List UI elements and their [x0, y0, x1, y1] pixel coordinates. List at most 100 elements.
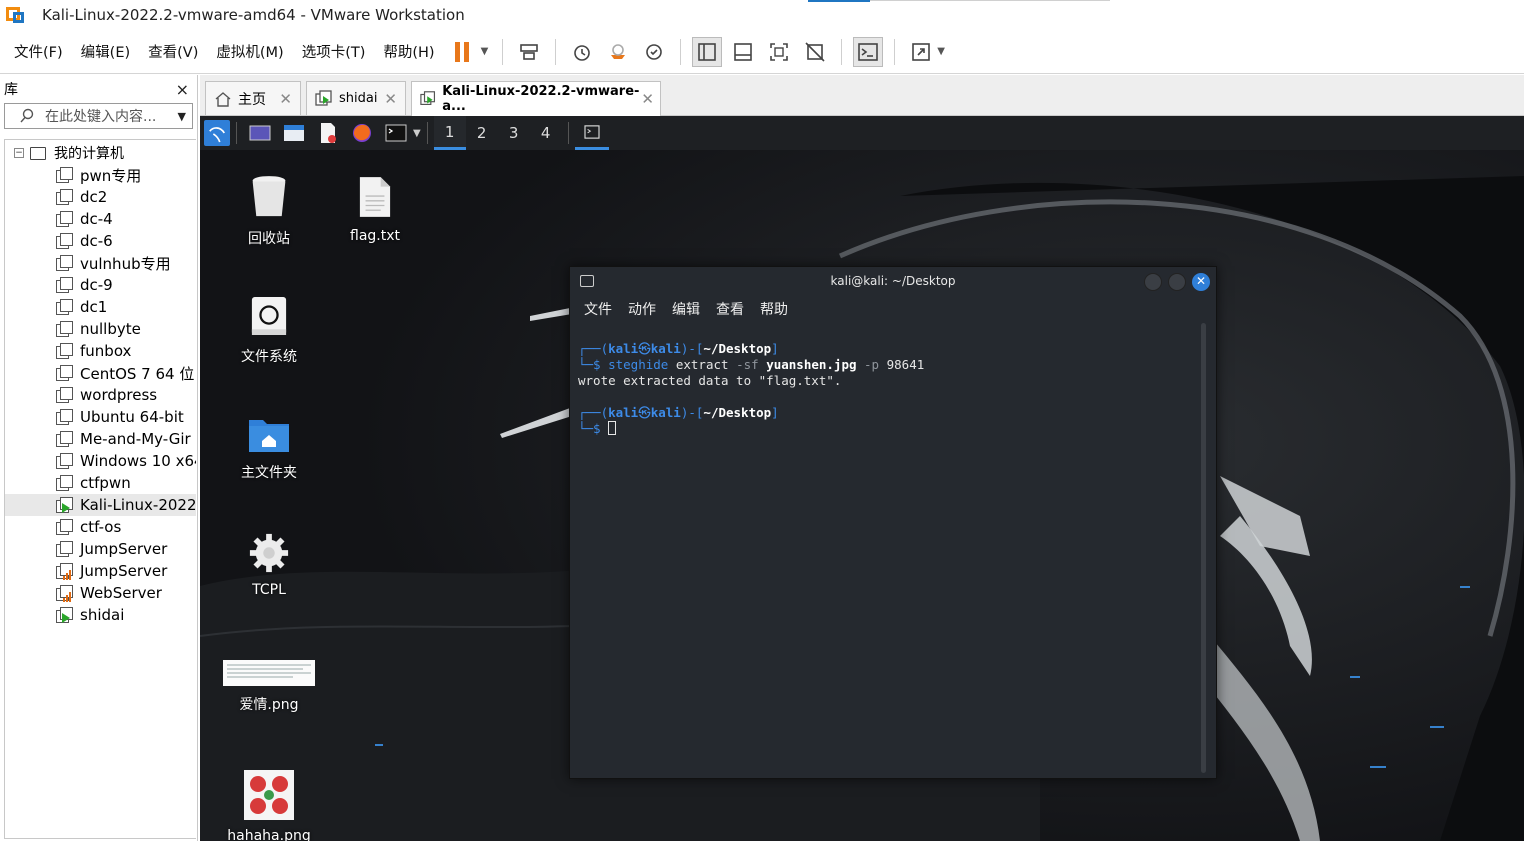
- stretch-guest-icon[interactable]: [906, 37, 936, 67]
- vm-icon: [56, 607, 73, 623]
- menu-edit[interactable]: 编辑(E): [81, 41, 130, 62]
- send-ctrl-alt-del-icon[interactable]: [514, 37, 544, 67]
- tree-item-vm[interactable]: WebServer: [5, 582, 196, 604]
- tree-item-vm[interactable]: Kali-Linux-2022.: [5, 494, 196, 516]
- minimize-button[interactable]: [1144, 273, 1162, 291]
- tree-item-label: nullbyte: [80, 320, 141, 338]
- terminal-launcher-icon[interactable]: [383, 120, 409, 146]
- close-icon[interactable]: ✕: [641, 90, 654, 108]
- file-manager-icon[interactable]: [281, 120, 307, 146]
- desktop-icon-label: hahaha.png: [227, 828, 311, 841]
- revert-snapshot-icon[interactable]: [603, 37, 633, 67]
- vm-icon: [315, 89, 332, 106]
- chevron-down-icon[interactable]: ▼: [937, 46, 945, 57]
- vm-icon: [56, 167, 73, 183]
- fullscreen-icon[interactable]: [764, 37, 794, 67]
- workspace-4[interactable]: 4: [530, 116, 562, 150]
- console-view-icon[interactable]: [853, 36, 884, 67]
- workspace-2[interactable]: 2: [466, 116, 498, 150]
- prompt-corner: ┌──(: [578, 341, 609, 356]
- unity-mode-icon[interactable]: [800, 37, 830, 67]
- tree-item-vm[interactable]: JumpServer: [5, 538, 196, 560]
- tree-item-vm[interactable]: funbox: [5, 340, 196, 362]
- tree-item-label: JumpServer: [80, 562, 168, 580]
- tree-item-vm[interactable]: dc2: [5, 186, 196, 208]
- tree-item-vm[interactable]: JumpServer: [5, 560, 196, 582]
- chevron-down-icon[interactable]: ▼: [178, 110, 186, 123]
- desktop-icon-image-aiqing[interactable]: 爱情.png: [214, 660, 324, 714]
- gear-icon: [214, 532, 324, 574]
- vm-display[interactable]: ▼ 1 2 3 4 回收站 flag.txt 文件系统 主文件夹 TCPL 爱情…: [200, 116, 1524, 841]
- title-divider-line: [870, 0, 1110, 1]
- tree-item-label: vulnhub专用: [80, 254, 171, 273]
- tree-item-vm[interactable]: dc-9: [5, 274, 196, 296]
- tree-item-vm[interactable]: Me-and-My-Gir: [5, 428, 196, 450]
- tree-item-vm[interactable]: nullbyte: [5, 318, 196, 340]
- terminal-menu-edit[interactable]: 编辑: [672, 299, 700, 319]
- tree-item-vm[interactable]: ctfpwn: [5, 472, 196, 494]
- terminal-menu-actions[interactable]: 动作: [628, 299, 656, 319]
- terminal-menu-view[interactable]: 查看: [716, 299, 744, 319]
- drive-icon: [214, 294, 324, 338]
- tree-item-vm[interactable]: shidai: [5, 604, 196, 626]
- show-desktop-icon[interactable]: [247, 120, 273, 146]
- tree-item-vm[interactable]: dc-4: [5, 208, 196, 230]
- desktop-icon-tcpl[interactable]: TCPL: [214, 532, 324, 598]
- workspace-3[interactable]: 3: [498, 116, 530, 150]
- desktop-icon-image-hahaha[interactable]: hahaha.png: [214, 770, 324, 841]
- tree-item-vm[interactable]: Ubuntu 64-bit: [5, 406, 196, 428]
- maximize-button[interactable]: [1168, 273, 1186, 291]
- tree-root-my-computer[interactable]: − 我的计算机: [5, 142, 196, 164]
- library-search-input[interactable]: 在此处键入内容... ▼: [4, 103, 193, 129]
- tree-item-vm[interactable]: vulnhub专用: [5, 252, 196, 274]
- tree-item-vm[interactable]: dc-6: [5, 230, 196, 252]
- close-icon[interactable]: ✕: [384, 90, 397, 108]
- terminal-scrollbar[interactable]: [1201, 323, 1206, 773]
- menu-help[interactable]: 帮助(H): [383, 41, 434, 62]
- close-icon[interactable]: ✕: [1192, 273, 1210, 291]
- desktop-icon-trash[interactable]: 回收站: [214, 174, 324, 248]
- menu-vm[interactable]: 虚拟机(M): [216, 41, 283, 62]
- tree-item-vm[interactable]: dc1: [5, 296, 196, 318]
- close-icon[interactable]: ✕: [279, 90, 292, 108]
- tab-kali-linux[interactable]: Kali-Linux-2022.2-vmware-a... ✕: [411, 81, 661, 116]
- thumbnail-bar-icon[interactable]: [728, 37, 758, 67]
- tree-item-label: Windows 10 x64: [80, 452, 196, 470]
- command-passphrase: 98641: [886, 357, 925, 372]
- desktop-icon-flag-txt[interactable]: flag.txt: [320, 174, 430, 244]
- pause-icon[interactable]: [454, 41, 469, 62]
- terminal-titlebar[interactable]: kali@kali: ~/Desktop ✕: [570, 267, 1216, 295]
- desktop-icon-home[interactable]: 主文件夹: [214, 414, 324, 482]
- menu-tabs[interactable]: 选项卡(T): [302, 41, 366, 62]
- terminal-window[interactable]: kali@kali: ~/Desktop ✕ 文件 动作 编辑 查看 帮助 ┌─…: [569, 266, 1217, 779]
- tree-item-vm[interactable]: pwn专用: [5, 164, 196, 186]
- tree-item-label: dc2: [80, 188, 108, 206]
- show-library-icon[interactable]: [692, 36, 723, 67]
- tree-item-vm[interactable]: CentOS 7 64 位: [5, 362, 196, 384]
- desktop-icon-label: 爱情.png: [239, 697, 299, 713]
- terminal-output[interactable]: ┌──(kali㉿kali)-[~/Desktop] └─$ steghide …: [578, 341, 1196, 437]
- firefox-icon[interactable]: [349, 120, 375, 146]
- tree-item-vm[interactable]: ctf-os: [5, 516, 196, 538]
- menu-view[interactable]: 查看(V): [148, 41, 198, 62]
- tree-item-vm[interactable]: Windows 10 x64: [5, 450, 196, 472]
- snapshot-icon[interactable]: [567, 37, 597, 67]
- chevron-down-icon[interactable]: ▼: [413, 128, 421, 139]
- taskbar-terminal-icon[interactable]: [574, 116, 609, 150]
- workspace-1[interactable]: 1: [433, 116, 466, 150]
- tab-home[interactable]: 主页 ✕: [205, 81, 301, 115]
- desktop-icon-filesystem[interactable]: 文件系统: [214, 294, 324, 366]
- prompt-at: ㉿: [638, 405, 651, 420]
- chevron-down-icon[interactable]: ▼: [481, 46, 489, 57]
- tree-item-vm[interactable]: wordpress: [5, 384, 196, 406]
- text-editor-icon[interactable]: [315, 120, 341, 146]
- terminal-menu-help[interactable]: 帮助: [760, 299, 788, 319]
- tab-shidai[interactable]: shidai ✕: [306, 81, 406, 115]
- collapse-icon[interactable]: −: [14, 148, 24, 158]
- close-icon[interactable]: ×: [176, 80, 189, 99]
- kali-menu-icon[interactable]: [204, 120, 230, 146]
- terminal-menu-file[interactable]: 文件: [584, 299, 612, 319]
- menu-file[interactable]: 文件(F): [14, 41, 63, 62]
- snapshot-manager-icon[interactable]: [639, 37, 669, 67]
- home-icon: [215, 91, 231, 107]
